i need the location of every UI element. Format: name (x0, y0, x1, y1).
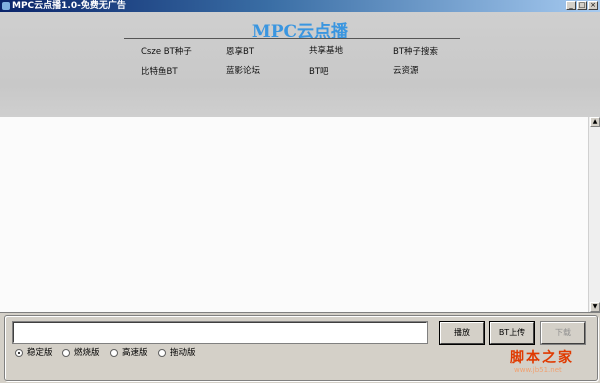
url-input[interactable] (12, 321, 428, 344)
radio-stable[interactable]: 稳定版 (15, 347, 53, 359)
title-bar: MPC云点播1.0-免费无广告 _ □ × (0, 0, 600, 12)
radio-burning[interactable]: 燃烧版 (62, 347, 100, 359)
watermark-logo: 脚本之家 (510, 350, 574, 366)
link-bt-bar[interactable]: BT吧 (309, 65, 329, 77)
radio-unselected-icon (62, 348, 70, 357)
radio-label: 燃烧版 (74, 348, 100, 358)
vertical-scrollbar[interactable]: ▲ ▼ (588, 117, 600, 312)
play-button[interactable]: 播放 (439, 321, 485, 345)
radio-drag[interactable]: 拖动版 (158, 347, 196, 359)
window-title: MPC云点播1.0-免费无广告 (12, 1, 126, 11)
header-panel: MPC云点播 Csze BT种子 恩享BT 共享基地 BT种子搜索 比特鱼BT … (0, 12, 600, 117)
radio-label: 拖动版 (170, 348, 196, 358)
radio-selected-icon (15, 348, 23, 357)
radio-unselected-icon (110, 348, 118, 357)
app-icon (2, 2, 10, 10)
link-csze-bt[interactable]: Csze BT种子 (141, 45, 192, 57)
link-bt-search[interactable]: BT种子搜索 (393, 45, 438, 57)
minimize-button[interactable]: _ (566, 1, 576, 10)
brand-divider (124, 38, 460, 39)
radio-label: 高速版 (122, 348, 148, 358)
link-share-base[interactable]: 共享基地 (309, 44, 343, 56)
scroll-up-arrow-icon[interactable]: ▲ (590, 117, 600, 127)
link-enxiang-bt[interactable]: 恩享BT (226, 45, 254, 57)
radio-highspeed[interactable]: 高速版 (110, 347, 148, 359)
content-area (0, 117, 588, 312)
radio-unselected-icon (158, 348, 166, 357)
close-button[interactable]: × (588, 1, 598, 10)
bt-upload-button[interactable]: BT上传 (489, 321, 535, 345)
scroll-down-arrow-icon[interactable]: ▼ (590, 302, 600, 312)
download-button[interactable]: 下载 (540, 321, 586, 345)
link-cloud-resource[interactable]: 云资源 (393, 64, 419, 76)
watermark-url: www.jb51.net (514, 366, 562, 374)
link-lanying-forum[interactable]: 蓝影论坛 (226, 64, 260, 76)
radio-label: 稳定版 (27, 348, 53, 358)
maximize-button[interactable]: □ (577, 1, 587, 10)
link-bitefish-bt[interactable]: 比特鱼BT (141, 65, 178, 77)
